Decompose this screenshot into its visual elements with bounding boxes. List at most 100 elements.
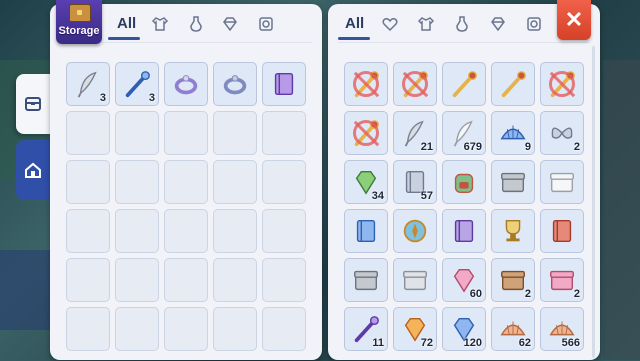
storage-empty-slot[interactable] bbox=[213, 307, 257, 351]
storage-empty-slot[interactable] bbox=[262, 160, 306, 204]
butterfly-wing-icon bbox=[547, 118, 577, 148]
inventory-tab-underline bbox=[338, 37, 370, 40]
inventory-scrollbar[interactable] bbox=[592, 46, 595, 358]
potion-icon[interactable] bbox=[186, 14, 206, 34]
inventory-slot[interactable] bbox=[344, 62, 388, 106]
heart-icon[interactable] bbox=[380, 14, 400, 34]
storage-slot[interactable] bbox=[262, 62, 306, 106]
inventory-slot[interactable] bbox=[344, 258, 388, 302]
inventory-slot[interactable] bbox=[344, 209, 388, 253]
storage-empty-slot[interactable] bbox=[115, 160, 159, 204]
close-button[interactable]: ✕ bbox=[557, 0, 591, 40]
potion-icon[interactable] bbox=[452, 14, 472, 34]
grey-chest-icon bbox=[351, 265, 381, 295]
red-book-icon bbox=[547, 216, 577, 246]
backpack-icon bbox=[449, 167, 479, 197]
item-quantity: 3 bbox=[148, 92, 155, 104]
storage-rail-tab[interactable] bbox=[16, 74, 50, 134]
inventory-slot[interactable]: 2 bbox=[540, 111, 584, 155]
storage-empty-slot[interactable] bbox=[213, 160, 257, 204]
silver-chest-icon bbox=[400, 265, 430, 295]
storage-empty-slot[interactable] bbox=[262, 307, 306, 351]
inventory-slot[interactable]: 21 bbox=[393, 111, 437, 155]
gem-icon[interactable] bbox=[488, 14, 508, 34]
shirt-icon[interactable] bbox=[416, 14, 436, 34]
inventory-slot[interactable]: 679 bbox=[442, 111, 486, 155]
gem-icon[interactable] bbox=[220, 14, 240, 34]
inventory-slot[interactable] bbox=[540, 160, 584, 204]
storage-slot[interactable] bbox=[164, 62, 208, 106]
storage-empty-slot[interactable] bbox=[115, 209, 159, 253]
storage-empty-slot[interactable] bbox=[262, 209, 306, 253]
inventory-slot[interactable] bbox=[491, 209, 535, 253]
inventory-slot[interactable]: 60 bbox=[442, 258, 486, 302]
item-quantity: 21 bbox=[420, 141, 433, 153]
inventory-slot[interactable]: 57 bbox=[393, 160, 437, 204]
storage-empty-slot[interactable] bbox=[115, 258, 159, 302]
house-tab-icon bbox=[25, 162, 41, 178]
inventory-slot[interactable]: 72 bbox=[393, 307, 437, 351]
inventory-slot[interactable]: 120 bbox=[442, 307, 486, 351]
storage-empty-slot[interactable] bbox=[66, 160, 110, 204]
inventory-slot[interactable] bbox=[442, 209, 486, 253]
inventory-slot[interactable]: 2 bbox=[540, 258, 584, 302]
storage-slot[interactable] bbox=[213, 62, 257, 106]
inventory-slot[interactable] bbox=[491, 160, 535, 204]
storage-empty-slot[interactable] bbox=[66, 307, 110, 351]
storage-grid: 33 bbox=[66, 62, 306, 351]
inventory-slot[interactable] bbox=[442, 160, 486, 204]
storage-empty-slot[interactable] bbox=[262, 258, 306, 302]
storage-empty-slot[interactable] bbox=[262, 111, 306, 155]
inventory-slot[interactable]: 566 bbox=[540, 307, 584, 351]
storage-tab-all[interactable]: All bbox=[117, 15, 136, 32]
inventory-slot[interactable]: 2 bbox=[491, 258, 535, 302]
inventory-slot[interactable]: 11 bbox=[344, 307, 388, 351]
storage-empty-slot[interactable] bbox=[213, 111, 257, 155]
sword-icon bbox=[351, 118, 381, 148]
storage-empty-slot[interactable] bbox=[213, 258, 257, 302]
card-icon[interactable] bbox=[256, 14, 276, 34]
bg-stone bbox=[603, 60, 640, 360]
storage-empty-slot[interactable] bbox=[164, 307, 208, 351]
brown-box-icon bbox=[498, 265, 528, 295]
staff-icon bbox=[449, 69, 479, 99]
storage-empty-slot[interactable] bbox=[164, 160, 208, 204]
storage-empty-slot[interactable] bbox=[66, 209, 110, 253]
storage-empty-slot[interactable] bbox=[115, 111, 159, 155]
inventory-slot[interactable]: 62 bbox=[491, 307, 535, 351]
inventory-slot[interactable] bbox=[540, 209, 584, 253]
house-rail-tab[interactable] bbox=[16, 140, 50, 200]
storage-empty-slot[interactable] bbox=[213, 209, 257, 253]
inventory-divider bbox=[338, 42, 590, 43]
item-quantity: 679 bbox=[463, 141, 482, 153]
ring-icon bbox=[171, 69, 201, 99]
item-quantity: 2 bbox=[573, 288, 580, 300]
storage-panel: All 33 bbox=[50, 4, 322, 360]
shirt-icon[interactable] bbox=[150, 14, 170, 34]
inventory-slot[interactable]: 34 bbox=[344, 160, 388, 204]
inventory-slot[interactable] bbox=[344, 111, 388, 155]
inventory-slot[interactable] bbox=[442, 62, 486, 106]
inventory-slot[interactable]: 9 bbox=[491, 111, 535, 155]
storage-empty-slot[interactable] bbox=[164, 209, 208, 253]
inventory-slot[interactable] bbox=[393, 258, 437, 302]
card-icon[interactable] bbox=[524, 14, 544, 34]
bracelet-icon bbox=[220, 69, 250, 99]
storage-slot[interactable]: 3 bbox=[115, 62, 159, 106]
inventory-tab-all[interactable]: All bbox=[345, 15, 364, 32]
storage-slot[interactable]: 3 bbox=[66, 62, 110, 106]
open-book-icon bbox=[449, 216, 479, 246]
inventory-slot[interactable] bbox=[491, 62, 535, 106]
inventory-slot[interactable] bbox=[393, 62, 437, 106]
item-quantity: 57 bbox=[420, 190, 433, 202]
storage-empty-slot[interactable] bbox=[164, 111, 208, 155]
storage-empty-slot[interactable] bbox=[66, 111, 110, 155]
storage-empty-slot[interactable] bbox=[66, 258, 110, 302]
inventory-slot[interactable] bbox=[393, 209, 437, 253]
storage-empty-slot[interactable] bbox=[164, 258, 208, 302]
inventory-slot[interactable] bbox=[540, 62, 584, 106]
storage-tab-icon bbox=[25, 97, 41, 111]
storage-tab-underline bbox=[108, 37, 140, 40]
compass-icon bbox=[400, 216, 430, 246]
storage-empty-slot[interactable] bbox=[115, 307, 159, 351]
